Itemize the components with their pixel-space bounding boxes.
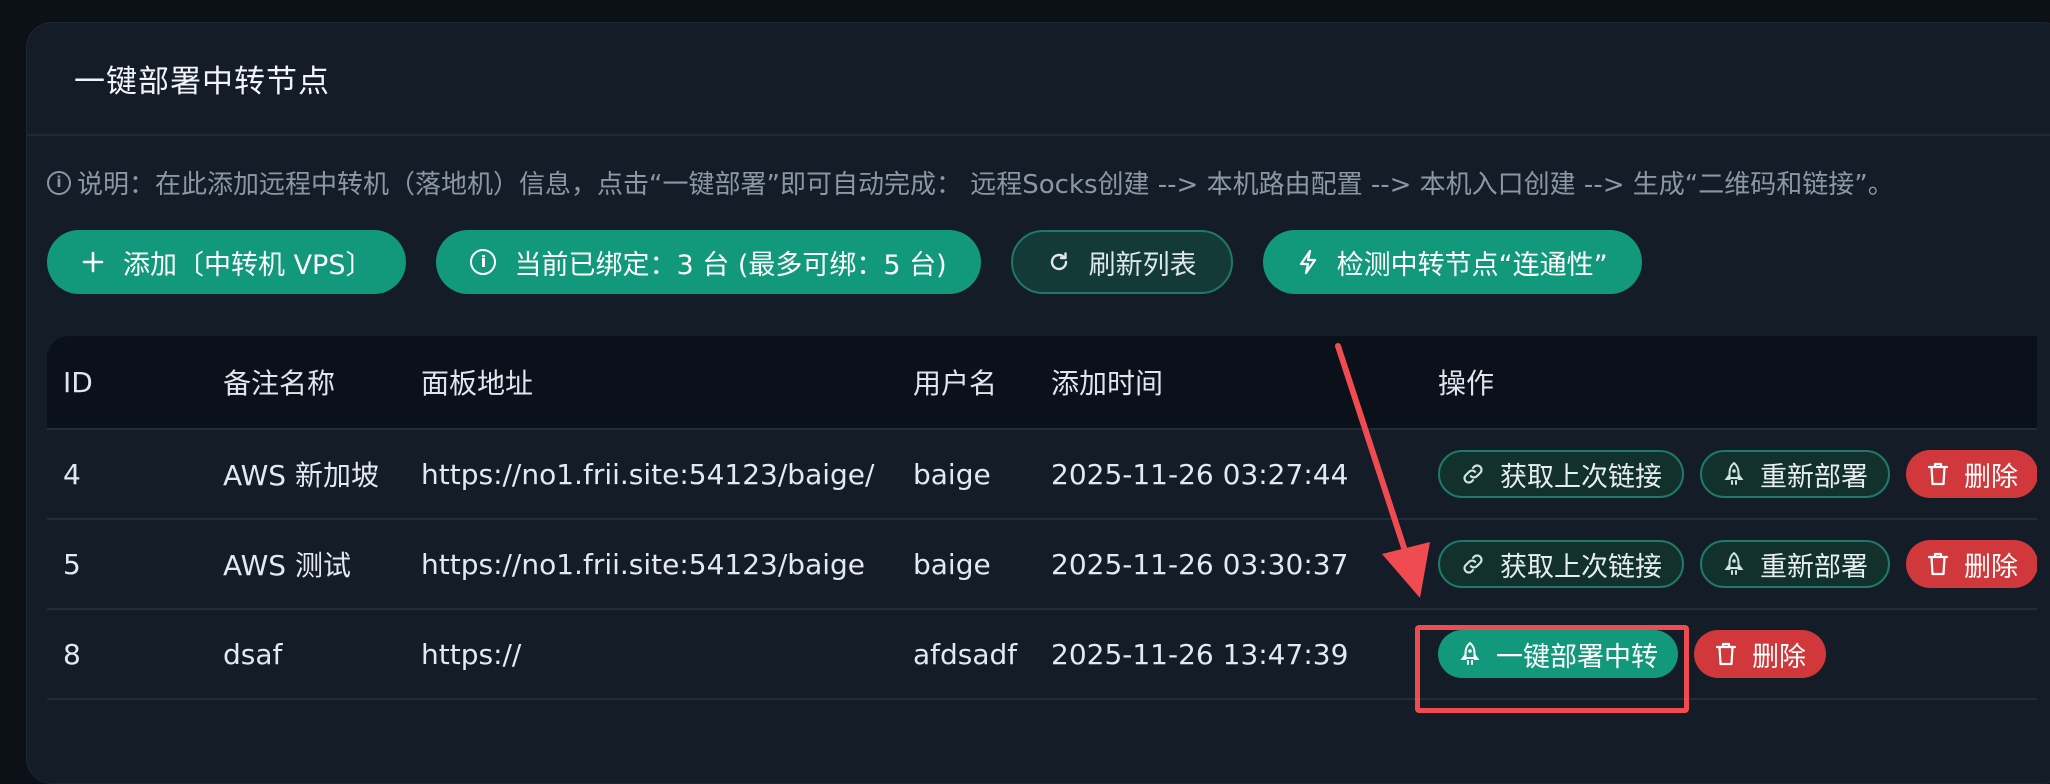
annotation-arrow — [1335, 343, 1430, 598]
annotation-highlight-box — [1415, 625, 1689, 713]
